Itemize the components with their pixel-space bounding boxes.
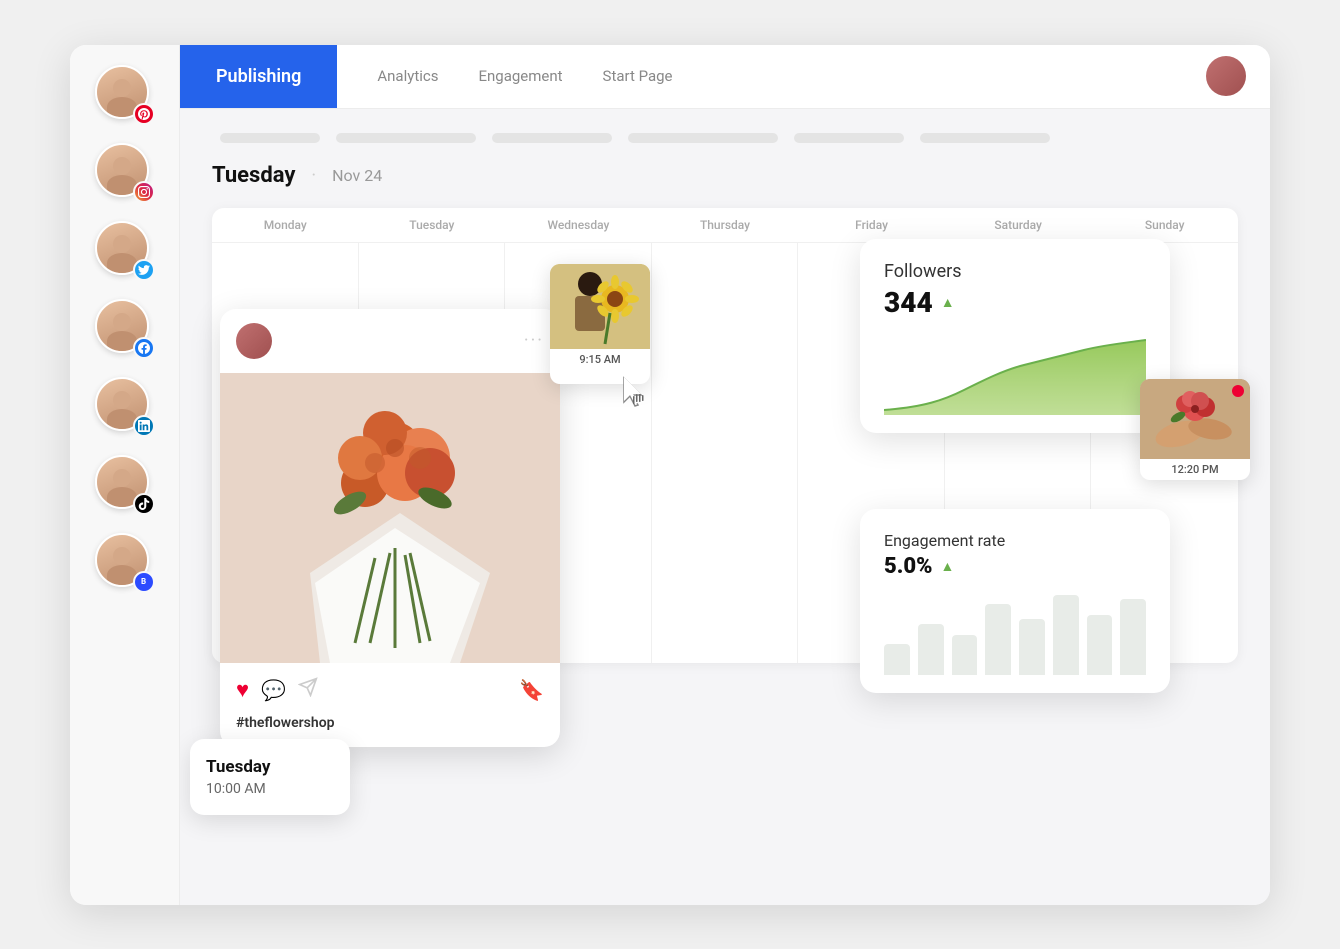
nav-publishing-tab[interactable]: Publishing [180, 45, 337, 109]
tuesday-card-time: 10:00 AM [206, 781, 334, 797]
skeleton-bar [220, 133, 320, 143]
post-card-avatar [236, 323, 272, 359]
day-label-sunday: Sunday [1091, 218, 1238, 232]
nav-start-page-tab[interactable]: Start Page [603, 67, 673, 85]
nav-analytics-tab[interactable]: Analytics [377, 67, 438, 85]
day-label-thursday: Thursday [652, 218, 799, 232]
share-icon[interactable] [298, 677, 318, 702]
skeleton-bar [628, 133, 778, 143]
comment-icon[interactable]: 💬 [261, 678, 286, 702]
app-wrapper: B Publishing Analytics Engagement Start … [70, 45, 1270, 905]
extra-thumb-image [1140, 379, 1250, 459]
calendar-day: Tuesday [212, 163, 295, 188]
calendar-days-header: Monday Tuesday Wednesday Thursday Friday… [212, 208, 1238, 243]
post-card-actions: ♥ 💬 🔖 [220, 663, 560, 709]
scheduled-thumb-time: 9:15 AM [550, 349, 650, 370]
bookmark-icon[interactable]: 🔖 [519, 678, 544, 702]
calendar-cell-thursday[interactable] [652, 243, 799, 663]
engagement-bar [1019, 619, 1045, 674]
engagement-bar [1053, 595, 1079, 675]
post-card-dots[interactable]: ··· [524, 330, 544, 351]
day-label-wednesday: Wednesday [505, 218, 652, 232]
sidebar-account-twitter[interactable] [95, 221, 155, 281]
engagement-bar [952, 635, 978, 675]
engagement-bar [985, 604, 1011, 674]
day-label-saturday: Saturday [945, 218, 1092, 232]
day-label-monday: Monday [212, 218, 359, 232]
sidebar-account-linkedin[interactable] [95, 377, 155, 437]
post-card-image [220, 373, 560, 663]
skeleton-bar [920, 133, 1050, 143]
followers-trend-icon: ▲ [941, 294, 955, 311]
followers-number: 344 [884, 286, 933, 319]
tiktok-badge [133, 493, 155, 515]
nav-engagement-tab[interactable]: Engagement [478, 67, 562, 85]
sidebar-account-tiktok[interactable] [95, 455, 155, 515]
followers-title: Followers [884, 261, 1146, 282]
twitter-badge [133, 259, 155, 281]
sidebar-account-pinterest[interactable] [95, 65, 155, 125]
post-card[interactable]: ··· [220, 309, 560, 747]
engagement-bar [1087, 615, 1113, 675]
calendar-date-header: Tuesday · Nov 24 [212, 163, 1238, 188]
skeleton-bar [794, 133, 904, 143]
engagement-bar [1120, 599, 1146, 674]
skeleton-bar [336, 133, 476, 143]
skeleton-section [212, 133, 1238, 143]
followers-chart [884, 335, 1146, 415]
engagement-bar [884, 644, 910, 674]
tuesday-card-day: Tuesday [206, 757, 334, 777]
tuesday-card[interactable]: Tuesday 10:00 AM [190, 739, 350, 815]
user-avatar[interactable] [1206, 56, 1246, 96]
post-card-header: ··· [220, 309, 560, 373]
post-card-left-actions: ♥ 💬 [236, 677, 318, 703]
sidebar-account-facebook[interactable] [95, 299, 155, 359]
calendar-dot: · [311, 165, 316, 186]
engagement-rate: 5.0% ▲ [884, 554, 1146, 579]
followers-count: 344 ▲ [884, 286, 1146, 319]
scheduled-thumb[interactable]: 9:15 AM [550, 264, 650, 384]
instagram-badge [133, 181, 155, 203]
extra-thumb-time: 12:20 PM [1140, 459, 1250, 480]
main-content: Publishing Analytics Engagement Start Pa… [180, 45, 1270, 905]
engagement-bar [918, 624, 944, 674]
skeleton-bar [492, 133, 612, 143]
extra-thumb-badge [1232, 385, 1244, 397]
engagement-trend-icon: ▲ [941, 558, 955, 575]
facebook-badge [133, 337, 155, 359]
sidebar-account-buffer[interactable]: B [95, 533, 155, 593]
sidebar-account-instagram[interactable] [95, 143, 155, 203]
day-label-friday: Friday [798, 218, 945, 232]
engagement-card[interactable]: Engagement rate 5.0% ▲ [860, 509, 1170, 693]
engagement-title: Engagement rate [884, 531, 1146, 550]
scheduled-thumb-image [550, 264, 650, 349]
calendar-area: Tuesday · Nov 24 Monday Tuesday Wednesda… [180, 109, 1270, 905]
engagement-rate-value: 5.0% [884, 554, 933, 579]
sidebar: B [70, 45, 180, 905]
engagement-bars [884, 595, 1146, 675]
calendar-full-date: Nov 24 [332, 166, 382, 185]
linkedin-badge [133, 415, 155, 437]
top-nav: Publishing Analytics Engagement Start Pa… [180, 45, 1270, 109]
buffer-badge: B [133, 571, 155, 593]
extra-thumbnail[interactable]: 12:20 PM [1140, 379, 1250, 480]
heart-icon[interactable]: ♥ [236, 677, 249, 703]
followers-card[interactable]: Followers 344 ▲ [860, 239, 1170, 433]
nav-items: Analytics Engagement Start Page [337, 67, 1206, 85]
pinterest-badge [133, 103, 155, 125]
day-label-tuesday: Tuesday [359, 218, 506, 232]
